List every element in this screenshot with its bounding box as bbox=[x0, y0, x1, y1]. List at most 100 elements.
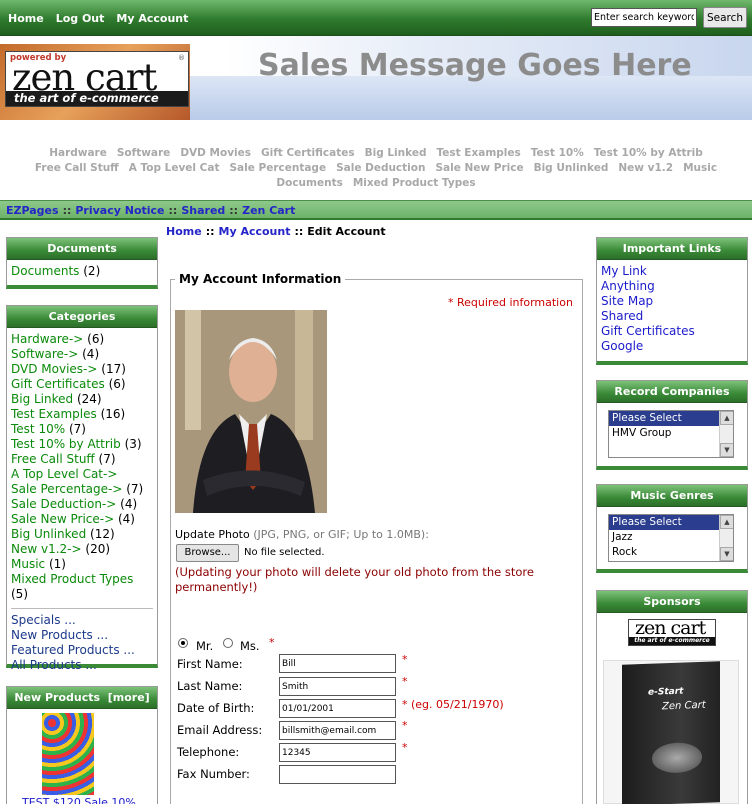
dob-input[interactable] bbox=[279, 699, 396, 718]
music-genres-select[interactable]: Please Select Jazz Rock ▲ ▼ bbox=[608, 514, 734, 562]
category-item[interactable]: Sale Deduction-> (4) bbox=[11, 497, 153, 512]
cat-tab[interactable]: Sale Deduction bbox=[336, 162, 425, 174]
cat-tab[interactable]: A Top Level Cat bbox=[129, 162, 220, 174]
scroll-up-icon[interactable]: ▲ bbox=[720, 515, 733, 529]
category-link[interactable]: Test 10% by Attrib bbox=[11, 437, 121, 451]
category-link[interactable]: Sale Percentage-> bbox=[11, 482, 122, 496]
search-input[interactable] bbox=[591, 8, 697, 27]
category-item[interactable]: Music (1) bbox=[11, 557, 153, 572]
scroll-up-icon[interactable]: ▲ bbox=[720, 411, 733, 425]
category-link[interactable]: Test 10% bbox=[11, 422, 65, 436]
category-item[interactable]: Big Unlinked (12) bbox=[11, 527, 153, 542]
cat-tab[interactable]: Free Call Stuff bbox=[35, 162, 119, 174]
mr-radio[interactable] bbox=[178, 638, 188, 648]
important-link[interactable]: Shared bbox=[601, 309, 643, 323]
important-link[interactable]: Site Map bbox=[601, 294, 653, 308]
select-option[interactable]: Jazz bbox=[609, 530, 733, 545]
ez-link[interactable]: Privacy Notice bbox=[75, 204, 164, 217]
logout-link[interactable]: Log Out bbox=[56, 12, 105, 25]
cat-tab[interactable]: New v1.2 bbox=[618, 162, 673, 174]
ez-link[interactable]: EZPages bbox=[6, 204, 59, 217]
category-link[interactable]: Sale Deduction-> bbox=[11, 497, 116, 511]
category-link[interactable]: Hardware-> bbox=[11, 332, 83, 346]
new-products-link[interactable]: New Products ... bbox=[11, 628, 108, 642]
sponsor-zencart-logo[interactable]: zen cart the art of e-commerce bbox=[628, 617, 716, 646]
important-link[interactable]: Gift Certificates bbox=[601, 324, 695, 338]
category-link[interactable]: Sale New Price-> bbox=[11, 512, 114, 526]
zencart-logo[interactable]: powered by zen cart ® the art of e-comme… bbox=[5, 51, 189, 107]
category-item[interactable]: Test Examples (16) bbox=[11, 407, 153, 422]
cat-tab[interactable]: Big Unlinked bbox=[534, 162, 609, 174]
home-link[interactable]: Home bbox=[8, 12, 44, 25]
important-link[interactable]: Anything bbox=[601, 279, 655, 293]
breadcrumb-home[interactable]: Home bbox=[166, 225, 202, 238]
category-item[interactable]: Test 10% (7) bbox=[11, 422, 153, 437]
category-link[interactable]: A Top Level Cat-> bbox=[11, 467, 117, 481]
category-item[interactable]: Sale New Price-> (4) bbox=[11, 512, 153, 527]
cat-tab[interactable]: Test Examples bbox=[436, 147, 520, 159]
search-button[interactable]: Search bbox=[703, 7, 747, 28]
cat-tab[interactable]: Test 10% by Attrib bbox=[594, 147, 703, 159]
category-link[interactable]: New v1.2-> bbox=[11, 542, 82, 556]
category-item[interactable]: Free Call Stuff (7) bbox=[11, 452, 153, 467]
category-item[interactable]: Software-> (4) bbox=[11, 347, 153, 362]
category-item[interactable]: Big Linked (24) bbox=[11, 392, 153, 407]
category-link[interactable]: Mixed Product Types bbox=[11, 572, 133, 586]
browse-button[interactable]: Browse... bbox=[176, 544, 239, 562]
ms-radio[interactable] bbox=[223, 638, 233, 648]
category-link[interactable]: DVD Movies-> bbox=[11, 362, 97, 376]
important-link[interactable]: Google bbox=[601, 339, 643, 353]
cat-tab[interactable]: Big Linked bbox=[365, 147, 427, 159]
category-item[interactable]: Mixed Product Types (5) bbox=[11, 572, 153, 602]
email-input[interactable] bbox=[279, 721, 396, 740]
category-item[interactable]: New v1.2-> (20) bbox=[11, 542, 153, 557]
ez-link[interactable]: Shared bbox=[181, 204, 225, 217]
cat-tab[interactable]: Gift Certificates bbox=[261, 147, 355, 159]
category-link[interactable]: Test Examples bbox=[11, 407, 97, 421]
select-option[interactable]: Please Select bbox=[609, 515, 733, 530]
category-link[interactable]: Gift Certificates bbox=[11, 377, 105, 391]
cat-tab[interactable]: Sale Percentage bbox=[229, 162, 326, 174]
documents-link[interactable]: Documents bbox=[11, 264, 79, 278]
my-account-link[interactable]: My Account bbox=[116, 12, 188, 25]
cat-tab[interactable]: Mixed Product Types bbox=[353, 177, 476, 189]
select-option[interactable]: HMV Group bbox=[609, 426, 733, 441]
breadcrumb-account[interactable]: My Account bbox=[219, 225, 291, 238]
record-companies-select[interactable]: Please Select HMV Group ▲ ▼ bbox=[608, 410, 734, 458]
category-item[interactable]: DVD Movies-> (17) bbox=[11, 362, 153, 377]
category-link[interactable]: Music bbox=[11, 557, 45, 571]
important-link[interactable]: My Link bbox=[601, 264, 647, 278]
cat-tab[interactable]: Documents bbox=[276, 177, 342, 189]
last-name-input[interactable] bbox=[279, 677, 396, 696]
new-product-caption[interactable]: TEST $120 Sale 10% bbox=[22, 796, 136, 804]
category-item[interactable]: Sale Percentage-> (7) bbox=[11, 482, 153, 497]
new-products-more-link[interactable]: [more] bbox=[108, 691, 150, 704]
category-item[interactable]: A Top Level Cat-> bbox=[11, 467, 153, 482]
featured-products-link[interactable]: Featured Products ... bbox=[11, 643, 135, 657]
category-item[interactable]: Test 10% by Attrib (3) bbox=[11, 437, 153, 452]
category-item[interactable]: Gift Certificates (6) bbox=[11, 377, 153, 392]
category-link[interactable]: Big Unlinked bbox=[11, 527, 86, 541]
cat-tab[interactable]: DVD Movies bbox=[180, 147, 251, 159]
select-option[interactable]: Rock bbox=[609, 545, 733, 560]
category-link[interactable]: Free Call Stuff bbox=[11, 452, 95, 466]
cat-tab[interactable]: Sale New Price bbox=[435, 162, 523, 174]
category-link[interactable]: Software-> bbox=[11, 347, 78, 361]
telephone-input[interactable] bbox=[279, 743, 396, 762]
select-scrollbar[interactable]: ▲ ▼ bbox=[719, 411, 733, 457]
scroll-down-icon[interactable]: ▼ bbox=[720, 443, 733, 457]
specials-link[interactable]: Specials ... bbox=[11, 613, 76, 627]
cat-tab[interactable]: Software bbox=[117, 147, 170, 159]
cat-tab[interactable]: Music bbox=[683, 162, 717, 174]
all-products-link[interactable]: All Products ... bbox=[11, 658, 97, 672]
buttons-product-image[interactable] bbox=[42, 713, 94, 795]
cat-tab[interactable]: Hardware bbox=[49, 147, 107, 159]
select-option[interactable]: Please Select bbox=[609, 411, 733, 426]
scroll-down-icon[interactable]: ▼ bbox=[720, 547, 733, 561]
first-name-input[interactable] bbox=[279, 654, 396, 673]
cat-tab[interactable]: Test 10% bbox=[531, 147, 584, 159]
fax-input[interactable] bbox=[279, 765, 396, 784]
category-link[interactable]: Big Linked bbox=[11, 392, 73, 406]
ez-link[interactable]: Zen Cart bbox=[242, 204, 295, 217]
select-scrollbar[interactable]: ▲ ▼ bbox=[719, 515, 733, 561]
